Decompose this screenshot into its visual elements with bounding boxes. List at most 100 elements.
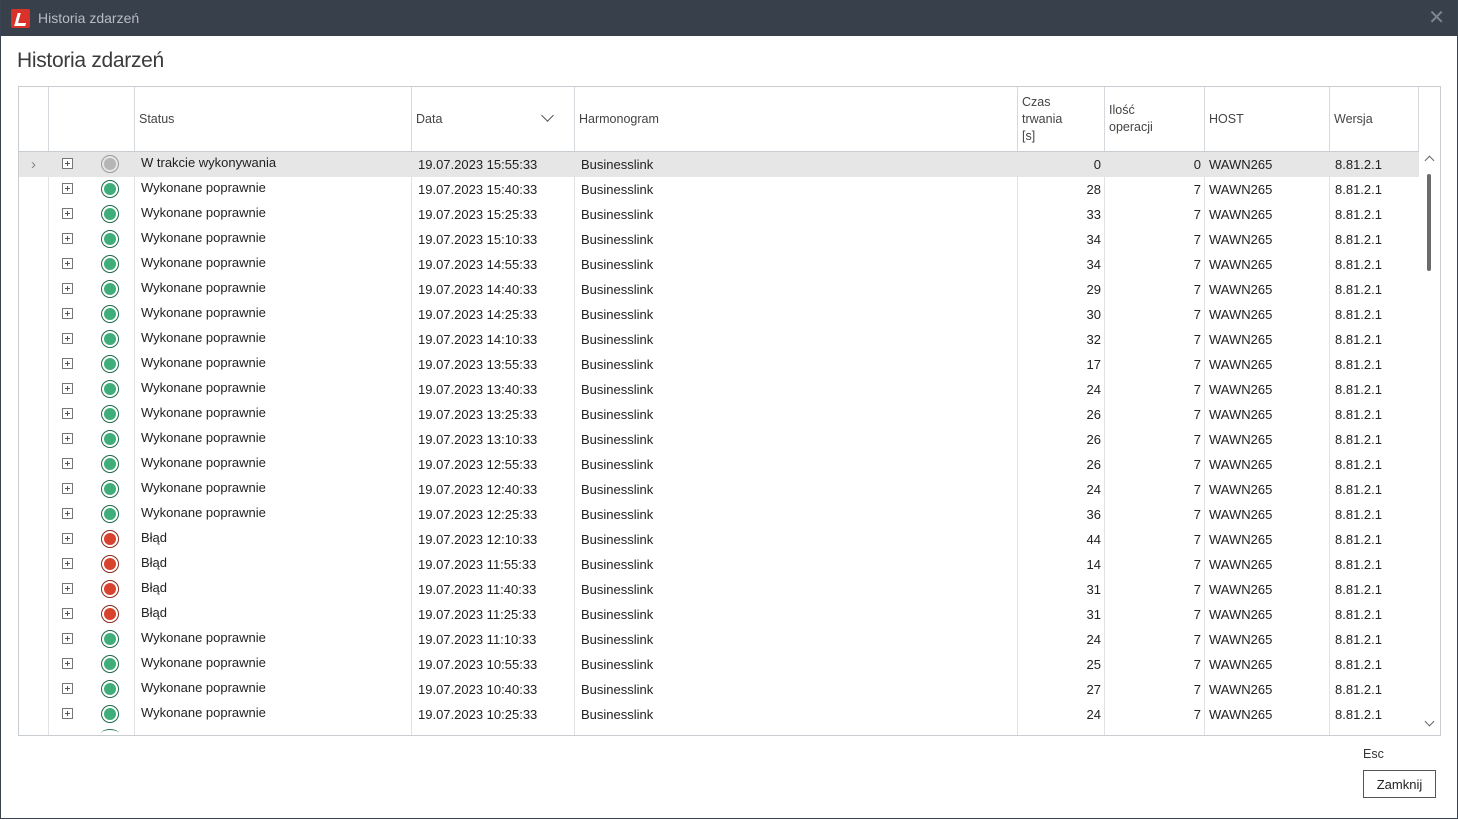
table-row[interactable]: Wykonane poprawnie 19.07.2023 14:25:33 Bus… — [19, 302, 1419, 327]
window-title: Historia zdarzeń — [38, 10, 140, 26]
expand-row-icon[interactable] — [62, 408, 73, 419]
cell-wersja: 8.81.2.1 — [1335, 157, 1382, 172]
header-status[interactable]: Status — [135, 87, 412, 151]
table-row[interactable]: Wykonane poprawnie 19.07.2023 14:55:33 Bus… — [19, 252, 1419, 277]
table-row[interactable]: Wykonane poprawnie 19.07.2023 12:40:33 Bus… — [19, 477, 1419, 502]
cell-wersja: 8.81.2.1 — [1335, 507, 1382, 522]
status-ok-icon — [101, 205, 119, 223]
expand-row-icon[interactable] — [62, 483, 73, 494]
cell-ilosc-operacji: 7 — [1193, 457, 1201, 472]
header-czas-trwania[interactable]: Czas trwania [s] — [1018, 87, 1105, 151]
table-row[interactable]: Błąd 19.07.2023 12:10:33 Businesslink 44 7 WA… — [19, 527, 1419, 552]
cell-czas-trwania: 26 — [1086, 407, 1101, 422]
cell-host: WAWN265 — [1209, 482, 1273, 497]
sort-descending-icon[interactable] — [541, 109, 554, 122]
expand-row-icon[interactable] — [62, 258, 73, 269]
table-row[interactable]: Wykonane poprawnie 19.07.2023 14:10:33 Bus… — [19, 327, 1419, 352]
status-error-icon — [101, 555, 119, 573]
table-row[interactable]: Wykonane poprawnie 19.07.2023 12:25:33 Bus… — [19, 502, 1419, 527]
cell-czas-trwania: 36 — [1086, 507, 1101, 522]
table-row[interactable]: Błąd 19.07.2023 11:25:33 Businesslink 31 7 WA… — [19, 602, 1419, 627]
cell-ilosc-operacji: 7 — [1193, 632, 1201, 647]
expand-row-icon[interactable] — [62, 333, 73, 344]
cell-host: WAWN265 — [1209, 682, 1273, 697]
cell-ilosc-operacji: 7 — [1193, 207, 1201, 222]
cell-data: 19.07.2023 11:40:33 — [418, 582, 537, 597]
scroll-down-icon[interactable] — [1424, 716, 1435, 727]
cell-harmonogram: Businesslink — [581, 257, 654, 272]
cell-czas-trwania: 17 — [1086, 357, 1101, 372]
table-row[interactable]: Wykonane poprawnie 19.07.2023 11:10:33 Bus… — [19, 627, 1419, 652]
table-row[interactable]: Wykonane poprawnie 19.07.2023 12:55:33 Bus… — [19, 452, 1419, 477]
expand-row-icon[interactable] — [62, 233, 73, 244]
cell-host: WAWN265 — [1209, 207, 1273, 222]
expand-row-icon[interactable] — [62, 683, 73, 694]
scroll-up-icon[interactable] — [1424, 155, 1435, 166]
cell-data: 19.07.2023 11:10:33 — [418, 632, 537, 647]
header-wersja[interactable]: Wersja — [1330, 87, 1419, 151]
cell-czas-trwania: 28 — [1086, 182, 1101, 197]
status-ok-icon — [101, 705, 119, 723]
expand-row-icon[interactable] — [62, 308, 73, 319]
table-row[interactable]: Wykonane poprawnie 19.07.2023 10:55:33 Bus… — [19, 652, 1419, 677]
table-row[interactable]: Wykonane poprawnie 19.07.2023 13:55:33 Bus… — [19, 352, 1419, 377]
header-harmonogram[interactable]: Harmonogram — [575, 87, 1018, 151]
cell-ilosc-operacji: 7 — [1193, 582, 1201, 597]
cell-data: 19.07.2023 13:55:33 — [418, 357, 538, 372]
expand-row-icon[interactable] — [62, 708, 73, 719]
expand-row-icon[interactable] — [62, 558, 73, 569]
cell-status: Wykonane poprawnie — [141, 480, 266, 495]
expand-row-icon[interactable] — [62, 458, 73, 469]
scrollbar-thumb[interactable] — [1427, 174, 1431, 271]
cell-harmonogram: Businesslink — [581, 707, 654, 722]
table-row[interactable]: Wykonane poprawnie 19.07.2023 15:10:33 Bus… — [19, 227, 1419, 252]
table-row[interactable]: Wykonane poprawnie 19.07.2023 13:40:33 Bus… — [19, 377, 1419, 402]
table-row[interactable]: Wykonane poprawnie 19.07.2023 13:25:33 Bus… — [19, 402, 1419, 427]
table-row[interactable]: Błąd 19.07.2023 11:40:33 Businesslink 31 7 WA… — [19, 577, 1419, 602]
table-row[interactable]: Wykonane poprawnie 19.07.2023 15:25:33 Bus… — [19, 202, 1419, 227]
cell-czas-trwania: 29 — [1086, 282, 1101, 297]
cell-wersja: 8.81.2.1 — [1335, 307, 1382, 322]
cell-data: 19.07.2023 10:25:33 — [418, 707, 538, 722]
status-ok-icon — [101, 380, 119, 398]
cell-czas-trwania: 34 — [1086, 232, 1101, 247]
header-data[interactable]: Data — [412, 87, 575, 151]
table-row[interactable]: Wykonane poprawnie 19.07.2023 10:25:33 Bus… — [19, 702, 1419, 727]
expand-row-icon[interactable] — [62, 183, 73, 194]
expand-row-icon[interactable] — [62, 533, 73, 544]
expand-row-icon[interactable] — [62, 208, 73, 219]
header-ilosc-operacji[interactable]: Ilość operacji — [1105, 87, 1205, 151]
status-ok-icon — [101, 430, 119, 448]
expand-row-icon[interactable] — [62, 358, 73, 369]
cell-status: Błąd — [141, 530, 168, 545]
table-row[interactable]: Wykonane poprawnie 19.07.2023 10:40:33 Bus… — [19, 677, 1419, 702]
table-row[interactable]: › W trakcie wykonywania 19.07.2023 15:55:3… — [19, 152, 1419, 177]
cell-harmonogram: Businesslink — [581, 207, 654, 222]
header-host[interactable]: HOST — [1205, 87, 1330, 151]
table-row[interactable]: Wykonane poprawnie 19.07.2023 13:10:33 Bus… — [19, 427, 1419, 452]
expand-row-icon[interactable] — [62, 433, 73, 444]
expand-row-icon[interactable] — [62, 583, 73, 594]
vertical-scrollbar[interactable] — [1420, 152, 1440, 735]
expand-row-icon[interactable] — [62, 283, 73, 294]
cell-status: Wykonane poprawnie — [141, 255, 266, 270]
close-window-icon[interactable]: ✕ — [1428, 6, 1445, 30]
table-row[interactable]: Błąd 19.07.2023 11:55:33 Businesslink 14 7 WA… — [19, 552, 1419, 577]
cell-wersja: 8.81.2.1 — [1335, 407, 1382, 422]
expand-row-icon[interactable] — [62, 633, 73, 644]
expand-row-icon[interactable] — [62, 658, 73, 669]
expand-row-icon[interactable] — [62, 383, 73, 394]
close-button[interactable]: Zamknij — [1363, 770, 1436, 798]
status-ok-icon — [101, 655, 119, 673]
expand-row-icon[interactable] — [62, 508, 73, 519]
table-row[interactable]: Wykonane poprawnie 19.07.2023 14:40:33 Bus… — [19, 277, 1419, 302]
cell-status: Wykonane poprawnie — [141, 680, 266, 695]
status-ok-icon — [101, 255, 119, 273]
title-bar: Historia zdarzeń ✕ — [1, 0, 1457, 36]
events-grid: Status Data Harmonogram Czas trwania [s]… — [18, 86, 1441, 736]
expand-row-icon[interactable] — [62, 608, 73, 619]
cell-host: WAWN265 — [1209, 157, 1273, 172]
expand-row-icon[interactable] — [62, 158, 73, 169]
cell-host: WAWN265 — [1209, 282, 1273, 297]
table-row[interactable]: Wykonane poprawnie 19.07.2023 15:40:33 Bus… — [19, 177, 1419, 202]
